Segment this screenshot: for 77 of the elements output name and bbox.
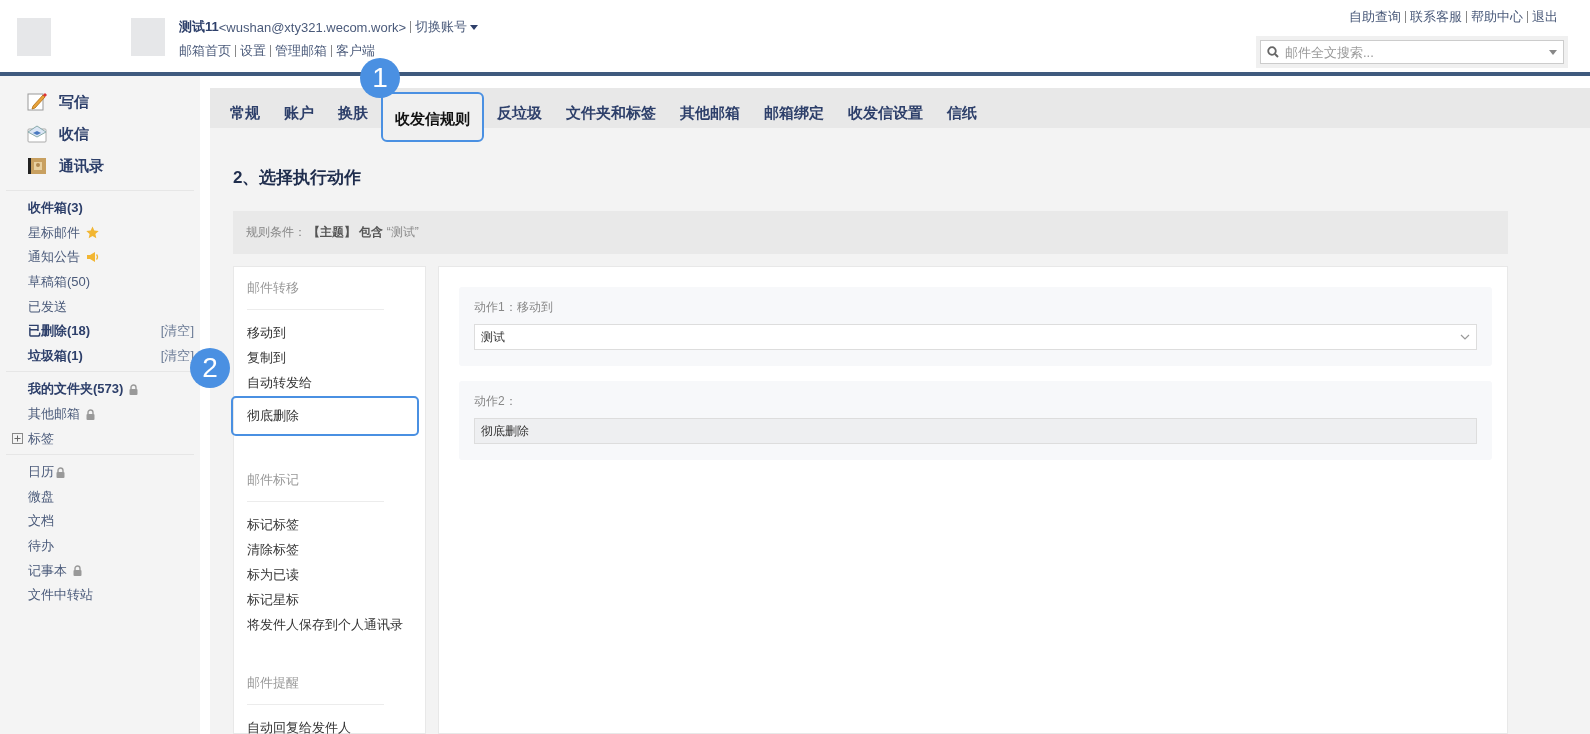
folder-link[interactable]: 收件箱(3): [28, 199, 83, 218]
search-icon: [1267, 46, 1279, 58]
settings-tab[interactable]: 收发信设置: [836, 88, 935, 128]
settings-tab[interactable]: 文件夹和标签: [554, 88, 668, 128]
lock-icon: [86, 408, 95, 420]
sidebar-action-link[interactable]: 收信: [59, 124, 89, 144]
clear-folder-link[interactable]: [清空]: [160, 322, 194, 341]
folder-link[interactable]: 通知公告: [28, 248, 80, 267]
folder-link[interactable]: 微盘: [28, 487, 54, 506]
lock-icon: [129, 383, 139, 395]
folder-link[interactable]: 文件中转站: [28, 586, 93, 605]
caret-icon: [470, 24, 479, 30]
folder-link[interactable]: 垃圾箱(1): [28, 346, 83, 365]
settings-tab[interactable]: 信纸: [935, 88, 989, 128]
envelope-icon: [27, 124, 47, 144]
lock-icon: [73, 565, 82, 577]
account-name: 测试11: [179, 18, 219, 34]
action-option[interactable]: 彻底删除: [233, 398, 417, 434]
page-title: 2、选择执行动作: [233, 167, 363, 189]
lock-icon: [56, 466, 65, 478]
folder-link[interactable]: 文档: [28, 512, 54, 531]
nav-link[interactable]: 管理邮箱: [275, 42, 327, 60]
nav-link[interactable]: 邮箱首页: [179, 42, 231, 60]
compose-icon: [27, 92, 47, 112]
search-input[interactable]: 邮件全文搜索...: [1283, 43, 1545, 61]
action-option[interactable]: 移动到: [234, 320, 421, 345]
top-link[interactable]: 自助查询: [1349, 8, 1401, 26]
nav-link[interactable]: 设置: [240, 42, 266, 60]
settings-tab[interactable]: 账户: [272, 88, 326, 128]
folder-link[interactable]: 记事本: [28, 561, 67, 580]
top-link[interactable]: 退出: [1532, 8, 1558, 26]
star-icon: [86, 226, 99, 240]
logo-placeholder: [131, 18, 165, 56]
action-value-field: 彻底删除: [474, 418, 1477, 444]
action-option[interactable]: 标记星标: [234, 587, 421, 612]
logo-placeholder: [17, 18, 51, 56]
action-option[interactable]: 标记标签: [234, 512, 421, 537]
action-group-heading: 邮件提醒: [247, 662, 384, 705]
action-option[interactable]: 将发件人保存到个人通讯录: [234, 612, 421, 637]
action-label: 动作2：: [474, 393, 518, 410]
action-label: 动作1：移动到: [474, 299, 554, 316]
action-group-heading: 邮件转移: [247, 267, 384, 310]
sidebar-action-link[interactable]: 通讯录: [59, 156, 104, 176]
action-group-heading: 邮件标记: [247, 459, 384, 502]
settings-tab[interactable]: 邮箱绑定: [752, 88, 836, 128]
action-option[interactable]: 自动回复给发件人: [234, 715, 421, 734]
account-email: <wushan@xty321.wecom.work>: [218, 19, 407, 35]
speaker-icon: [86, 251, 99, 264]
settings-tab[interactable]: 其他邮箱: [668, 88, 752, 128]
folder-link[interactable]: 日历: [28, 463, 54, 482]
top-link[interactable]: 联系客服: [1410, 8, 1462, 26]
action-option[interactable]: 清除标签: [234, 537, 421, 562]
folder-link[interactable]: 星标邮件: [28, 223, 80, 242]
action-option[interactable]: 标为已读: [234, 562, 421, 587]
condition-label: 规则条件：: [246, 224, 306, 241]
folder-link[interactable]: 已发送: [28, 297, 67, 316]
settings-tab[interactable]: 常规: [218, 88, 272, 128]
settings-tab[interactable]: 收发信规则: [383, 94, 482, 140]
top-link[interactable]: 帮助中心: [1471, 8, 1523, 26]
step-number-badge: 1: [360, 58, 400, 98]
chevron-down-icon: [1460, 334, 1470, 340]
action-option[interactable]: 复制到: [234, 345, 421, 370]
folder-link[interactable]: 标签: [28, 429, 54, 448]
condition-text: 【主题】 包含 “测试”: [308, 224, 419, 241]
folder-select[interactable]: 测试: [474, 324, 1477, 350]
switch-account-link[interactable]: 切换账号: [415, 18, 479, 36]
sidebar-action-link[interactable]: 写信: [59, 92, 89, 112]
folder-link[interactable]: 待办: [28, 537, 54, 555]
action-option[interactable]: 自动转发给: [234, 370, 421, 395]
folder-link[interactable]: 我的文件夹(573): [28, 380, 124, 399]
settings-tab[interactable]: 反垃圾: [485, 88, 554, 128]
folder-link[interactable]: 其他邮箱: [28, 405, 80, 424]
nav-link[interactable]: 客户端: [336, 42, 375, 60]
dropdown-arrow-icon: [1549, 49, 1557, 55]
folder-link[interactable]: 已删除(18): [28, 322, 91, 341]
address-book-icon: [27, 156, 47, 176]
folder-link[interactable]: 草稿箱(50): [28, 273, 91, 292]
